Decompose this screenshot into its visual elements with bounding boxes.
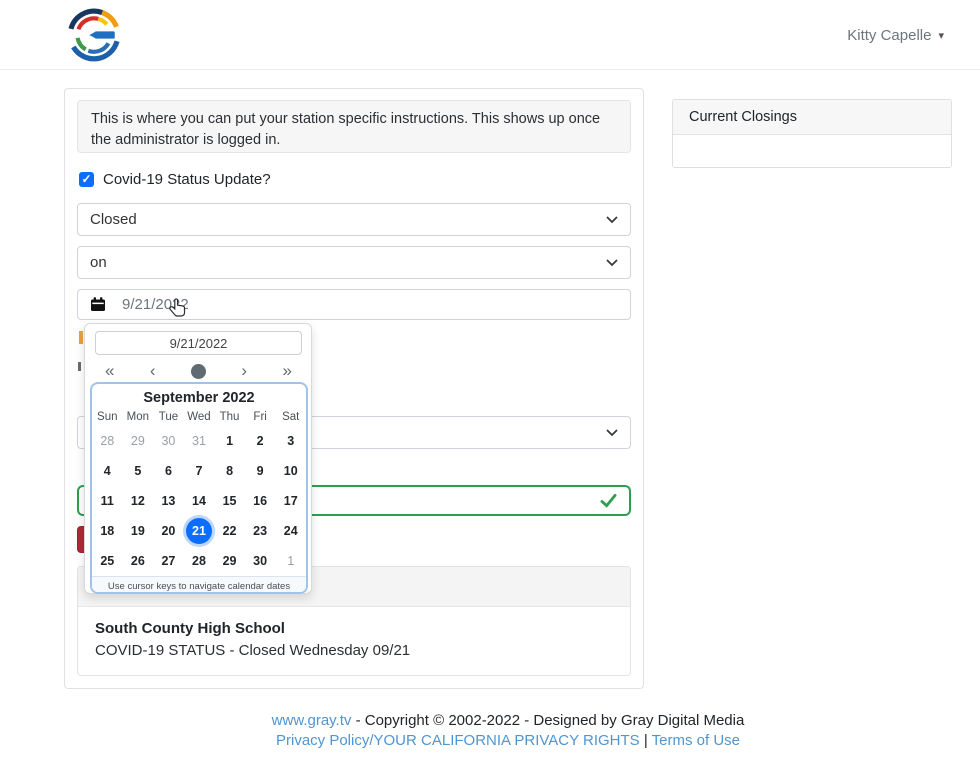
datepicker-date-field[interactable]: 9/21/2022: [95, 331, 302, 355]
top-bar: Kitty Capelle ▾: [0, 0, 980, 70]
preview-status-line: COVID-19 STATUS - Closed Wednesday 09/21: [95, 642, 613, 659]
current-closings-card: Current Closings: [672, 99, 952, 168]
calendar-day[interactable]: 20: [153, 516, 184, 546]
calendar-day[interactable]: 30: [153, 426, 184, 456]
gray-tv-link[interactable]: www.gray.tv: [272, 712, 352, 729]
status-select-value: Closed: [90, 211, 137, 228]
copyright-text: - Copyright © 2002-2022 - Designed by Gr…: [351, 712, 744, 729]
terms-of-use-link[interactable]: Terms of Use: [652, 732, 740, 749]
calendar-day-headers: SunMonTueWedThuFriSat: [92, 409, 306, 426]
calendar-day[interactable]: 18: [92, 516, 123, 546]
gray-tv-logo-icon: [66, 7, 122, 63]
calendar-day[interactable]: 6: [153, 456, 184, 486]
calendar-day[interactable]: 9: [245, 456, 276, 486]
calendar-day[interactable]: 17: [275, 486, 306, 516]
calendar-day[interactable]: 7: [184, 456, 215, 486]
calendar-day-selected[interactable]: 21: [184, 516, 215, 546]
covid-status-label: Covid-19 Status Update?: [103, 171, 271, 188]
calendar-day[interactable]: 5: [123, 456, 154, 486]
calendar-day[interactable]: 1: [214, 426, 245, 456]
closing-form-card: This is where you can put your station s…: [64, 88, 644, 689]
calendar-day-header: Sat: [275, 411, 306, 423]
calendar-day[interactable]: 3: [275, 426, 306, 456]
datepicker-popup: 9/21/2022 « ‹ › » September 2022 SunMonT…: [84, 323, 312, 594]
footer-separator: |: [640, 732, 652, 749]
calendar-day[interactable]: 29: [123, 426, 154, 456]
calendar-day[interactable]: 24: [275, 516, 306, 546]
calendar-day[interactable]: 2: [245, 426, 276, 456]
clipped-text-fragment: [78, 362, 81, 371]
calendar-day-header: Tue: [153, 411, 184, 423]
calendar-day[interactable]: 10: [275, 456, 306, 486]
next-year-button[interactable]: »: [283, 361, 292, 381]
check-icon: [600, 493, 617, 508]
calendar-day[interactable]: 8: [214, 456, 245, 486]
calendar-day[interactable]: 31: [184, 426, 215, 456]
calendar-day-header: Sun: [92, 411, 123, 423]
calendar-day[interactable]: 25: [92, 546, 123, 576]
calendar-week-row: 45678910: [92, 456, 306, 486]
chevron-down-icon: [606, 429, 618, 437]
user-menu[interactable]: Kitty Capelle ▾: [847, 0, 944, 70]
privacy-policy-link[interactable]: Privacy Policy/YOUR CALIFORNIA PRIVACY R…: [276, 732, 640, 749]
calendar-day[interactable]: 28: [184, 546, 215, 576]
status-select[interactable]: Closed: [77, 203, 631, 236]
calendar-day[interactable]: 22: [214, 516, 245, 546]
calendar-week-row: 18192021222324: [92, 516, 306, 546]
calendar-day[interactable]: 14: [184, 486, 215, 516]
mouse-cursor-icon: [167, 297, 189, 321]
current-month-button[interactable]: [191, 364, 206, 379]
calendar-day[interactable]: 19: [123, 516, 154, 546]
user-name: Kitty Capelle: [847, 27, 931, 44]
preview-school-name: South County High School: [95, 620, 613, 637]
calendar-grid: 2829303112345678910111213141516171819202…: [92, 426, 306, 576]
prev-month-button[interactable]: ‹: [150, 361, 156, 381]
calendar-day[interactable]: 28: [92, 426, 123, 456]
calendar-month-box: September 2022 SunMonTueWedThuFriSat 282…: [90, 382, 308, 594]
chevron-down-icon: [606, 216, 618, 224]
covid-status-row: ✓ Covid-19 Status Update?: [79, 171, 271, 188]
clipped-text-fragment: [79, 331, 83, 344]
calendar-day[interactable]: 27: [153, 546, 184, 576]
calendar-day[interactable]: 29: [214, 546, 245, 576]
calendar-day-header: Mon: [123, 411, 154, 423]
calendar-day[interactable]: 12: [123, 486, 154, 516]
datepicker-nav: « ‹ › »: [95, 360, 302, 382]
calendar-day[interactable]: 15: [214, 486, 245, 516]
calendar-month-title: September 2022: [92, 384, 306, 409]
calendar-day[interactable]: 23: [245, 516, 276, 546]
calendar-day[interactable]: 1: [275, 546, 306, 576]
calendar-day-header: Thu: [214, 411, 245, 423]
current-closings-title: Current Closings: [673, 100, 951, 135]
chevron-down-icon: ▾: [938, 29, 944, 42]
calendar-day[interactable]: 30: [245, 546, 276, 576]
page-footer: www.gray.tv - Copyright © 2002-2022 - De…: [64, 711, 952, 751]
preposition-select-value: on: [90, 254, 107, 271]
station-instructions: This is where you can put your station s…: [77, 100, 631, 153]
footer-line-2: Privacy Policy/YOUR CALIFORNIA PRIVACY R…: [64, 731, 952, 751]
calendar-day-header: Wed: [184, 411, 215, 423]
calendar-day[interactable]: 11: [92, 486, 123, 516]
calendar-week-row: 28293031123: [92, 426, 306, 456]
calendar-footer-hint: Use cursor keys to navigate calendar dat…: [92, 576, 306, 594]
calendar-day[interactable]: 16: [245, 486, 276, 516]
calendar-day[interactable]: 4: [92, 456, 123, 486]
calendar-day[interactable]: 13: [153, 486, 184, 516]
next-month-button[interactable]: ›: [241, 361, 247, 381]
preposition-select[interactable]: on: [77, 246, 631, 279]
calendar-day[interactable]: 26: [123, 546, 154, 576]
calendar-icon: [90, 297, 106, 312]
footer-line-1: www.gray.tv - Copyright © 2002-2022 - De…: [64, 711, 952, 731]
calendar-day-header: Fri: [245, 411, 276, 423]
prev-year-button[interactable]: «: [105, 361, 114, 381]
calendar-week-row: 11121314151617: [92, 486, 306, 516]
date-input[interactable]: 9/21/2022: [77, 289, 631, 320]
calendar-week-row: 2526272829301: [92, 546, 306, 576]
covid-status-checkbox[interactable]: ✓: [79, 172, 94, 187]
page: Kitty Capelle ▾ This is where you can pu…: [0, 0, 980, 766]
preview-body: South County High School COVID-19 STATUS…: [78, 607, 630, 672]
chevron-down-icon: [606, 259, 618, 267]
